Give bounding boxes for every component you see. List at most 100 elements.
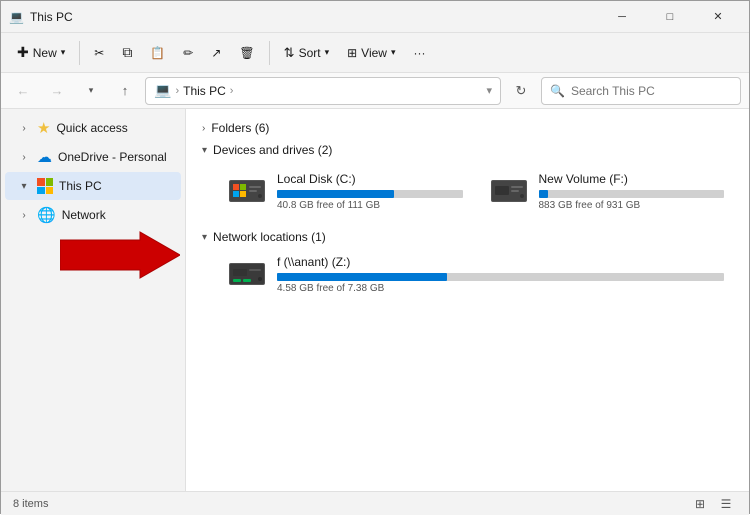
back-button[interactable]: ← [9,77,37,105]
window-title: This PC [30,10,73,24]
sidebar-item-quick-access[interactable]: › ★ Quick access [5,114,181,142]
sort-button[interactable]: ⇅ Sort ▾ [276,41,337,65]
quick-access-expand-icon: › [17,123,31,134]
view-icon: ⊞ [347,46,357,60]
sort-icon: ⇅ [284,45,295,61]
drive-f-bar [539,190,548,198]
drive-c-bar [277,190,394,198]
network-icon: 🌐 [37,206,56,224]
list-view-button[interactable]: ☰ [715,495,737,513]
sidebar-item-onedrive[interactable]: › ☁ OneDrive - Personal [5,143,181,171]
network-section-title: Network locations (1) [213,230,326,244]
title-bar-controls: ─ □ ✕ [599,1,741,33]
sidebar: › ★ Quick access › ☁ OneDrive - Personal… [1,109,186,491]
up-button[interactable]: ↑ [111,77,139,105]
devices-chevron-icon: ▾ [202,145,207,156]
recent-button[interactable]: ▾ [77,77,105,105]
grid-view-button[interactable]: ⊞ [689,495,711,513]
path-separator-2: › [230,85,234,97]
drives-grid: Local Disk (C:) 40.8 GB free of 111 GB [202,161,733,226]
drive-f-bar-container [539,190,725,198]
share-button[interactable]: ↗ [203,42,229,64]
drive-item-f[interactable]: New Volume (F:) 883 GB free of 931 GB [480,165,734,218]
sidebar-item-label-this-pc: This PC [59,179,102,193]
title-bar: 💻 This PC ─ □ ✕ [1,1,749,33]
share-icon: ↗ [211,46,221,60]
drive-f-info: New Volume (F:) 883 GB free of 931 GB [539,172,725,211]
toolbar-separator-1 [79,41,80,65]
path-segment-thispc: This PC [183,84,226,98]
view-button[interactable]: ⊞ View ▾ [339,42,403,64]
paste-icon: 📋 [150,46,165,60]
search-box[interactable]: 🔍 [541,77,741,105]
delete-icon: 🗑 [239,46,254,60]
drive-c-size: 40.8 GB free of 111 GB [277,200,463,211]
network-section-header[interactable]: ▾ Network locations (1) [202,226,733,248]
search-input[interactable] [571,84,732,98]
new-icon: ✚ [17,44,29,61]
drive-c-info: Local Disk (C:) 40.8 GB free of 111 GB [277,172,463,211]
this-pc-expand-icon: ▾ [17,181,31,192]
title-bar-left: 💻 This PC [9,10,73,24]
sidebar-item-this-pc[interactable]: ▾ This PC [5,172,181,200]
network-z-bar [277,273,447,281]
address-path[interactable]: 💻 › This PC › ▾ [145,77,501,105]
cut-button[interactable]: ✂ [86,42,112,64]
network-item-z[interactable]: f (\\anant) (Z:) 4.58 GB free of 7.38 GB [202,248,733,301]
network-z-bar-container [277,273,724,281]
content-area: › Folders (6) ▾ Devices and drives (2) [186,109,749,491]
view-toggle-buttons: ⊞ ☰ [689,495,737,513]
cut-icon: ✂ [94,46,104,60]
search-icon: 🔍 [550,84,565,98]
network-z-info: f (\\anant) (Z:) 4.58 GB free of 7.38 GB [277,255,724,294]
more-icon: ··· [414,46,426,60]
copy-button[interactable]: ⧉ [114,40,140,65]
onedrive-icon: ☁ [37,148,52,166]
this-pc-icon [37,178,53,194]
drive-c-bar-container [277,190,463,198]
items-count: 8 items [13,498,48,510]
more-button[interactable]: ··· [406,42,434,64]
sidebar-item-network[interactable]: › 🌐 Network [5,201,181,229]
paste-button[interactable]: 📋 [142,42,173,64]
new-chevron-icon: ▾ [61,47,66,58]
status-bar: 8 items ⊞ ☰ [1,491,749,515]
rename-icon: ✏ [183,46,193,60]
drive-c-icon [227,174,267,210]
minimize-button[interactable]: ─ [599,1,645,33]
sidebar-item-label-onedrive: OneDrive - Personal [58,150,167,164]
window-icon: 💻 [9,10,24,24]
drive-f-icon [489,174,529,210]
close-button[interactable]: ✕ [695,1,741,33]
folders-section-header[interactable]: › Folders (6) [202,117,733,139]
main-layout: › ★ Quick access › ☁ OneDrive - Personal… [1,109,749,491]
drive-f-size: 883 GB free of 931 GB [539,200,725,211]
devices-section-header[interactable]: ▾ Devices and drives (2) [202,139,733,161]
path-expand-icon[interactable]: ▾ [486,84,492,97]
toolbar-separator-2 [269,41,270,65]
address-bar: ← → ▾ ↑ 💻 › This PC › ▾ ↻ 🔍 [1,73,749,109]
network-section-chevron-icon: ▾ [202,232,207,243]
network-z-icon [227,257,267,293]
refresh-button[interactable]: ↻ [507,77,535,105]
network-expand-icon: › [17,210,31,221]
maximize-button[interactable]: □ [647,1,693,33]
new-button[interactable]: ✚ New ▾ [9,40,73,65]
sidebar-item-label-network: Network [62,208,106,222]
path-separator-1: › [175,85,179,97]
sidebar-item-label-quick-access: Quick access [56,121,127,135]
folders-chevron-icon: › [202,123,205,134]
quick-access-icon: ★ [37,119,50,137]
devices-section-title: Devices and drives (2) [213,143,332,157]
drive-item-c[interactable]: Local Disk (C:) 40.8 GB free of 111 GB [218,165,472,218]
folders-section-title: Folders (6) [211,121,269,135]
sort-chevron-icon: ▾ [325,47,330,58]
network-z-name: f (\\anant) (Z:) [277,255,724,269]
toolbar: ✚ New ▾ ✂ ⧉ 📋 ✏ ↗ 🗑 ⇅ Sort ▾ ⊞ View ▾ ··… [1,33,749,73]
delete-button[interactable]: 🗑 [231,42,262,64]
drive-c-name: Local Disk (C:) [277,172,463,186]
onedrive-expand-icon: › [17,152,31,163]
network-z-size: 4.58 GB free of 7.38 GB [277,283,724,294]
rename-button[interactable]: ✏ [175,42,201,64]
forward-button[interactable]: → [43,77,71,105]
